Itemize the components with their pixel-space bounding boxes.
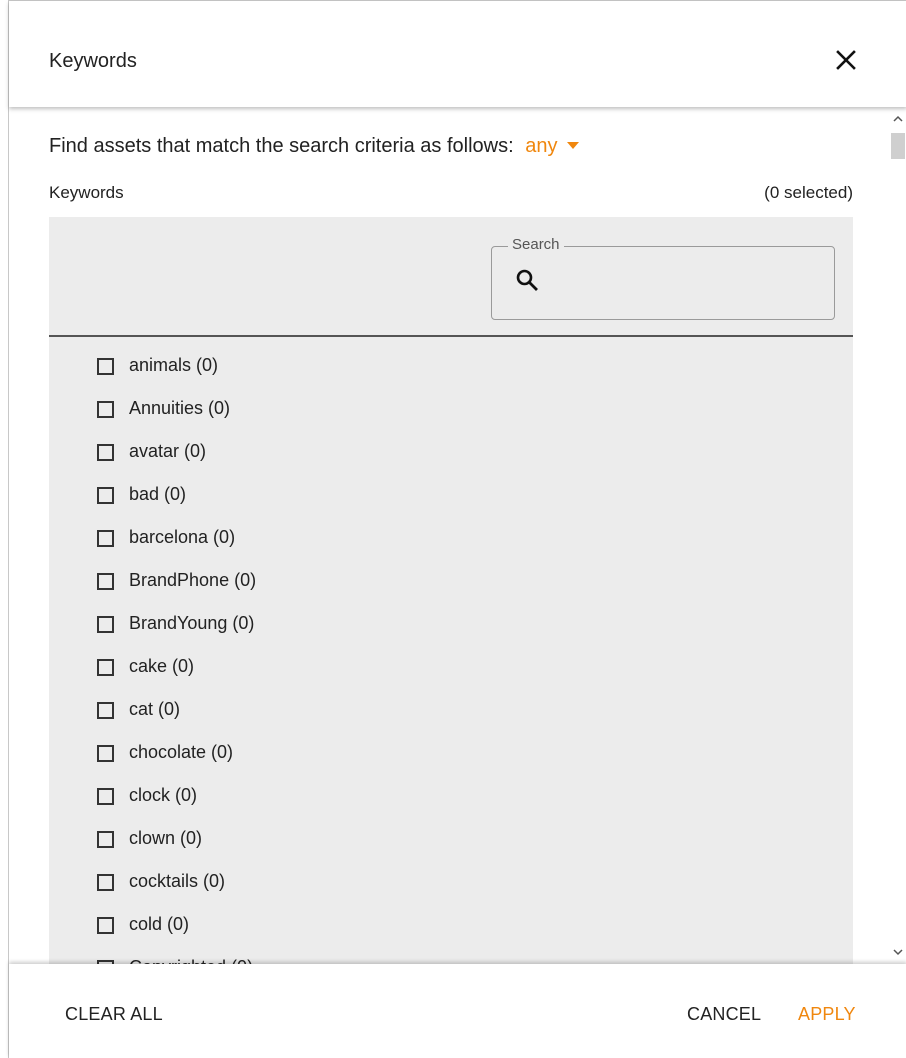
- search-field[interactable]: Search: [491, 236, 835, 320]
- keyword-item[interactable]: chocolate (0): [49, 732, 853, 775]
- keyword-item[interactable]: barcelona (0): [49, 517, 853, 560]
- checkbox[interactable]: [97, 659, 114, 676]
- keyword-item[interactable]: bad (0): [49, 474, 853, 517]
- match-criteria: Find assets that match the search criter…: [49, 135, 580, 158]
- scroll-up-icon[interactable]: [892, 113, 904, 125]
- dialog-footer: CLEAR ALL CANCEL APPLY: [9, 964, 906, 1058]
- match-mode-value: any: [525, 135, 558, 157]
- criteria-text: Find assets that match the search criter…: [49, 135, 514, 157]
- checkbox[interactable]: [97, 401, 114, 418]
- keyword-label: barcelona (0): [129, 527, 236, 547]
- keywords-label: Keywords: [49, 183, 124, 202]
- close-icon: [836, 50, 856, 70]
- checkbox[interactable]: [97, 874, 114, 891]
- search-label: Search: [508, 236, 564, 253]
- keyword-item[interactable]: BrandPhone (0): [49, 560, 853, 603]
- keyword-label: cocktails (0): [129, 871, 226, 891]
- checkbox[interactable]: [97, 917, 114, 934]
- keyword-label: BrandYoung (0): [129, 613, 255, 633]
- keyword-item[interactable]: cat (0): [49, 689, 853, 732]
- keyword-item[interactable]: Copyrighted (0): [49, 947, 853, 964]
- keyword-item[interactable]: cocktails (0): [49, 861, 853, 904]
- keyword-label: cake (0): [129, 656, 195, 676]
- keyword-item[interactable]: avatar (0): [49, 431, 853, 474]
- keyword-label: chocolate (0): [129, 742, 234, 762]
- checkbox[interactable]: [97, 444, 114, 461]
- clear-all-button[interactable]: CLEAR ALL: [65, 1004, 163, 1025]
- keyword-item[interactable]: cake (0): [49, 646, 853, 689]
- checkbox[interactable]: [97, 573, 114, 590]
- dialog-header: Keywords: [9, 1, 906, 107]
- keywords-dialog: Keywords Find assets that match the sear…: [8, 0, 906, 1058]
- keyword-item[interactable]: BrandYoung (0): [49, 603, 853, 646]
- keyword-item[interactable]: animals (0): [49, 345, 853, 388]
- dialog-content[interactable]: Find assets that match the search criter…: [9, 107, 906, 964]
- search-input[interactable]: [548, 263, 822, 301]
- keyword-label: avatar (0): [129, 441, 207, 461]
- keyword-label: clown (0): [129, 828, 203, 848]
- scrollbar[interactable]: [889, 107, 906, 964]
- keyword-label: Annuities (0): [129, 398, 231, 418]
- checkbox[interactable]: [97, 745, 114, 762]
- keyword-label: BrandPhone (0): [129, 570, 257, 590]
- search-icon: [516, 269, 538, 291]
- checkbox[interactable]: [97, 702, 114, 719]
- dialog-title: Keywords: [49, 50, 137, 72]
- cancel-button[interactable]: CANCEL: [687, 1004, 761, 1025]
- keyword-label: Copyrighted (0): [129, 957, 253, 964]
- scrollbar-thumb[interactable]: [891, 133, 905, 159]
- close-button[interactable]: [833, 47, 859, 73]
- checkbox[interactable]: [97, 788, 114, 805]
- keyword-label: cold (0): [129, 914, 190, 934]
- keyword-item[interactable]: Annuities (0): [49, 388, 853, 431]
- keyword-label: cat (0): [129, 699, 181, 719]
- checkbox[interactable]: [97, 616, 114, 633]
- keyword-label: bad (0): [129, 484, 187, 504]
- divider: [49, 335, 853, 337]
- checkbox[interactable]: [97, 530, 114, 547]
- caret-down-icon: [567, 142, 580, 149]
- keyword-label: animals (0): [129, 355, 219, 375]
- keywords-panel: Search animals (0) Annuities (0) avatar (0…: [49, 217, 853, 964]
- keyword-item[interactable]: clock (0): [49, 775, 853, 818]
- keyword-label: clock (0): [129, 785, 198, 805]
- keyword-list: animals (0) Annuities (0) avatar (0) bad (0…: [49, 345, 853, 964]
- selected-count: (0 selected): [764, 183, 853, 202]
- checkbox[interactable]: [97, 487, 114, 504]
- scroll-down-icon[interactable]: [892, 946, 904, 958]
- keyword-item[interactable]: clown (0): [49, 818, 853, 861]
- checkbox[interactable]: [97, 831, 114, 848]
- checkbox[interactable]: [97, 358, 114, 375]
- match-mode-dropdown[interactable]: any: [525, 135, 580, 157]
- apply-button[interactable]: APPLY: [798, 1004, 856, 1025]
- keyword-item[interactable]: cold (0): [49, 904, 853, 947]
